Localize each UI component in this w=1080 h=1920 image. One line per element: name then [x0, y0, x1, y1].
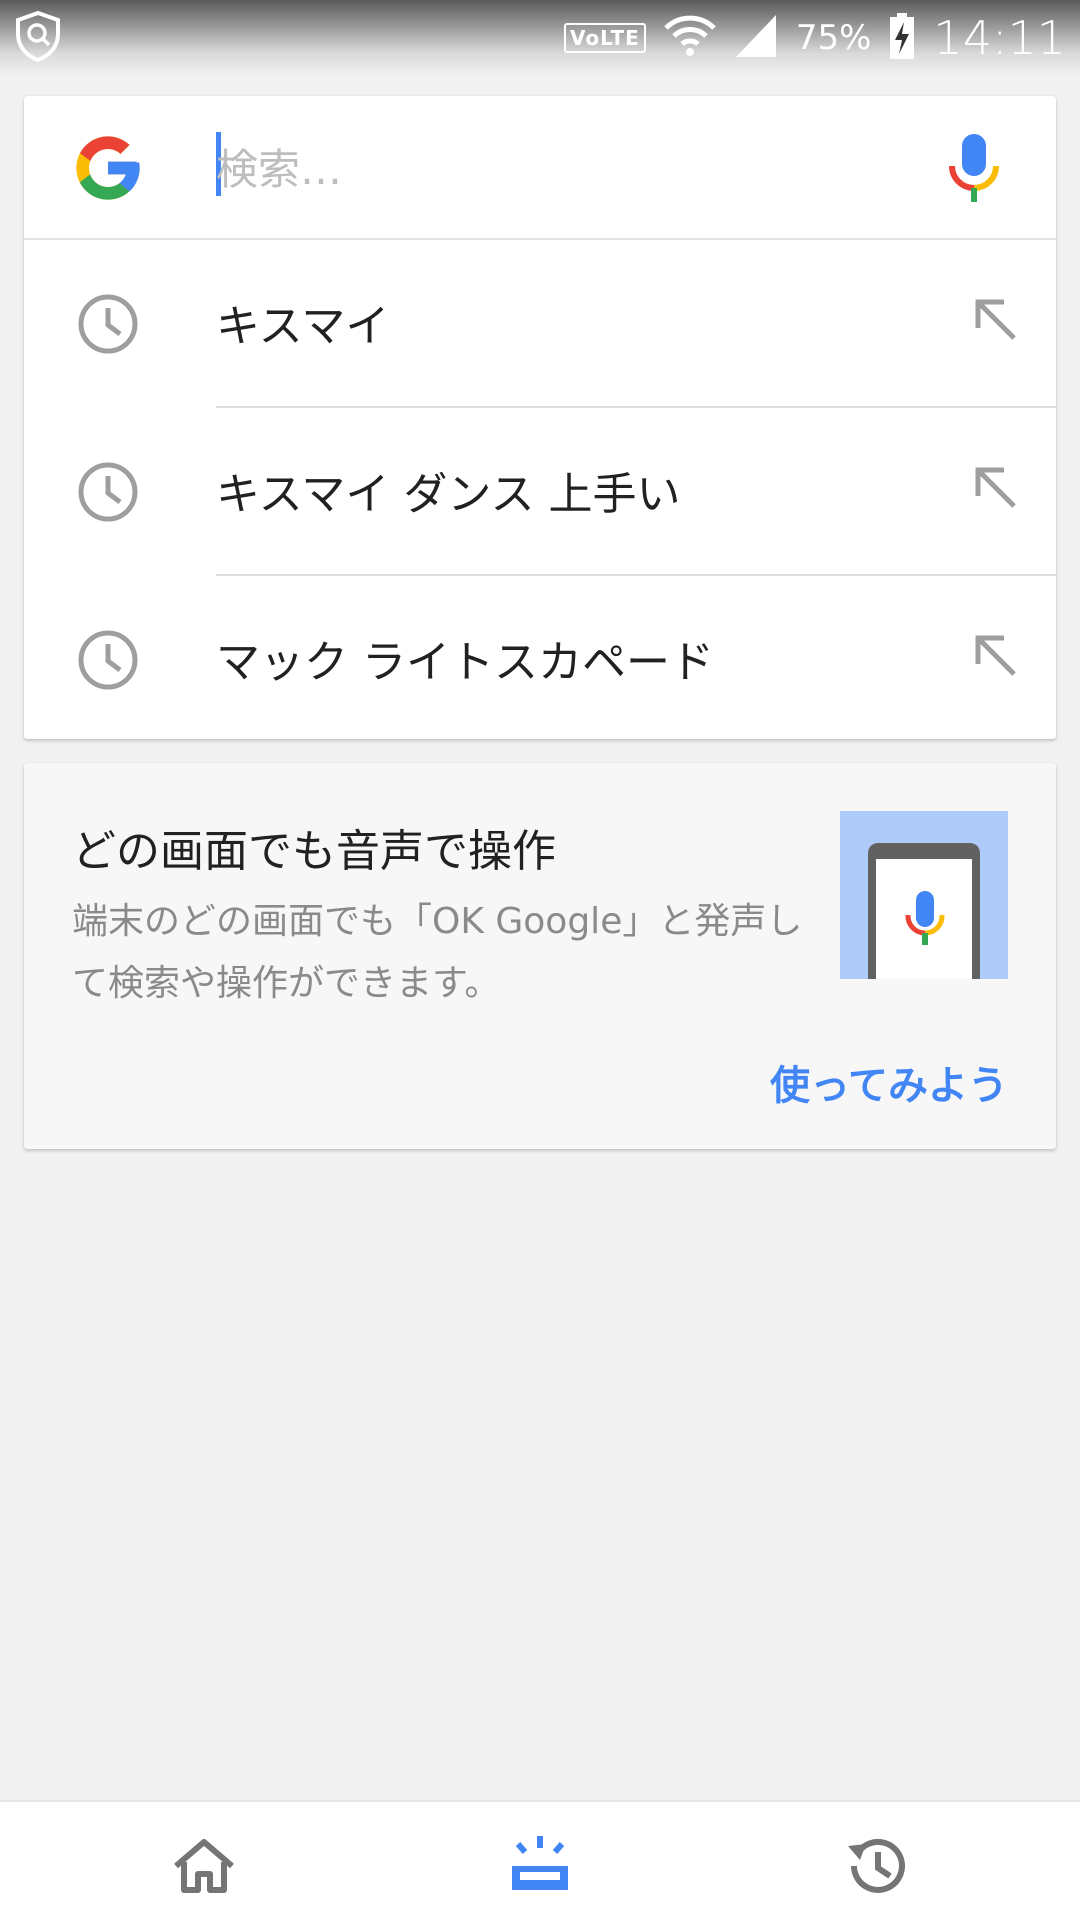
promo-body: 端末のどの画面でも「OK Google」と発声して検索や操作ができます。 — [72, 901, 803, 1004]
promo-title: どの画面でも音声で操作 — [72, 826, 556, 877]
battery-percent: 75% — [795, 18, 872, 58]
suggestion-text: マック ライトスカペード — [216, 637, 714, 688]
suggestion-item[interactable]: キスマイ — [24, 240, 1056, 408]
arrow-up-left-icon[interactable] — [970, 294, 1022, 346]
suggestion-item[interactable]: キスマイ ダンス 上手い — [24, 408, 1056, 576]
history-clock-icon — [76, 292, 140, 356]
arrow-up-left-icon[interactable] — [970, 462, 1022, 514]
status-bar: VoLTE 75% 14:11 — [0, 0, 1080, 76]
status-clock: 14:11 — [933, 11, 1066, 65]
google-g-logo[interactable] — [70, 130, 146, 206]
arrow-up-left-icon[interactable] — [970, 630, 1022, 682]
suggestion-text: キスマイ ダンス 上手い — [216, 469, 681, 520]
mic-icon[interactable] — [944, 132, 1004, 204]
try-it-button[interactable]: 使ってみよう — [770, 1053, 1008, 1111]
phone-mic-icon — [840, 811, 1008, 979]
suggestion-text: キスマイ — [216, 301, 390, 352]
search-card: キスマイ キスマイ ダンス 上手い — [24, 96, 1056, 739]
volte-badge: VoLTE — [563, 23, 646, 53]
upcoming-icon[interactable] — [504, 1830, 576, 1902]
search-input[interactable] — [216, 136, 916, 202]
voice-promo-card: どの画面でも音声で操作 端末のどの画面でも「OK Google」と発声して検索や… — [24, 763, 1056, 1149]
signal-icon — [734, 13, 778, 63]
home-icon[interactable] — [168, 1830, 240, 1902]
history-clock-icon — [76, 460, 140, 524]
search-bar — [24, 96, 1056, 240]
battery-charging-icon — [889, 12, 915, 64]
suggestion-item[interactable]: マック ライトスカペード — [24, 576, 1056, 744]
wifi-icon — [664, 12, 716, 64]
history-clock-icon — [76, 628, 140, 692]
shield-icon — [14, 10, 62, 63]
history-icon[interactable] — [840, 1830, 912, 1902]
bottom-navigation — [0, 1800, 1080, 1920]
